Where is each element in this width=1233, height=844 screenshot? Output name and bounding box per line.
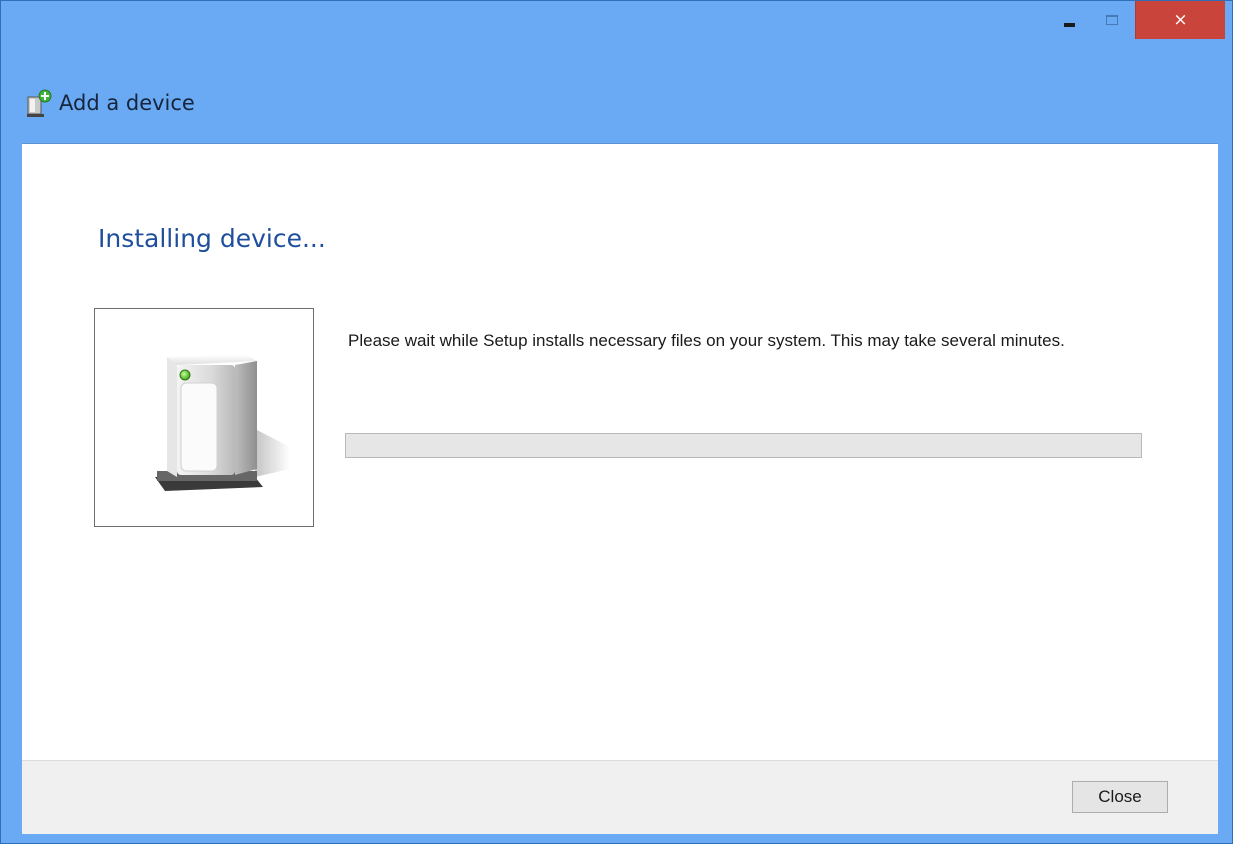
install-progress-bar xyxy=(345,433,1142,458)
minimize-button[interactable] xyxy=(1047,1,1091,39)
add-device-icon xyxy=(27,89,52,117)
main-content: Installing device... Please wait while S… xyxy=(22,143,1218,760)
maximize-button[interactable] xyxy=(1091,1,1133,39)
close-icon: × xyxy=(1173,9,1188,30)
dialog-footer: Close xyxy=(22,760,1218,834)
window-header: Add a device xyxy=(25,83,195,123)
external-drive-icon xyxy=(155,355,290,491)
install-message: Please wait while Setup installs necessa… xyxy=(348,331,1065,350)
maximize-icon xyxy=(1106,15,1118,25)
title-bar[interactable]: × xyxy=(1,1,1232,55)
add-device-window: × Add a device Installing device... Plea… xyxy=(0,0,1233,844)
minimize-icon xyxy=(1063,23,1075,27)
window-title: Add a device xyxy=(59,91,195,115)
window-close-button[interactable]: × xyxy=(1135,1,1225,39)
close-button[interactable]: Close xyxy=(1072,781,1168,813)
device-image-frame xyxy=(94,308,314,527)
page-heading: Installing device... xyxy=(98,224,326,253)
